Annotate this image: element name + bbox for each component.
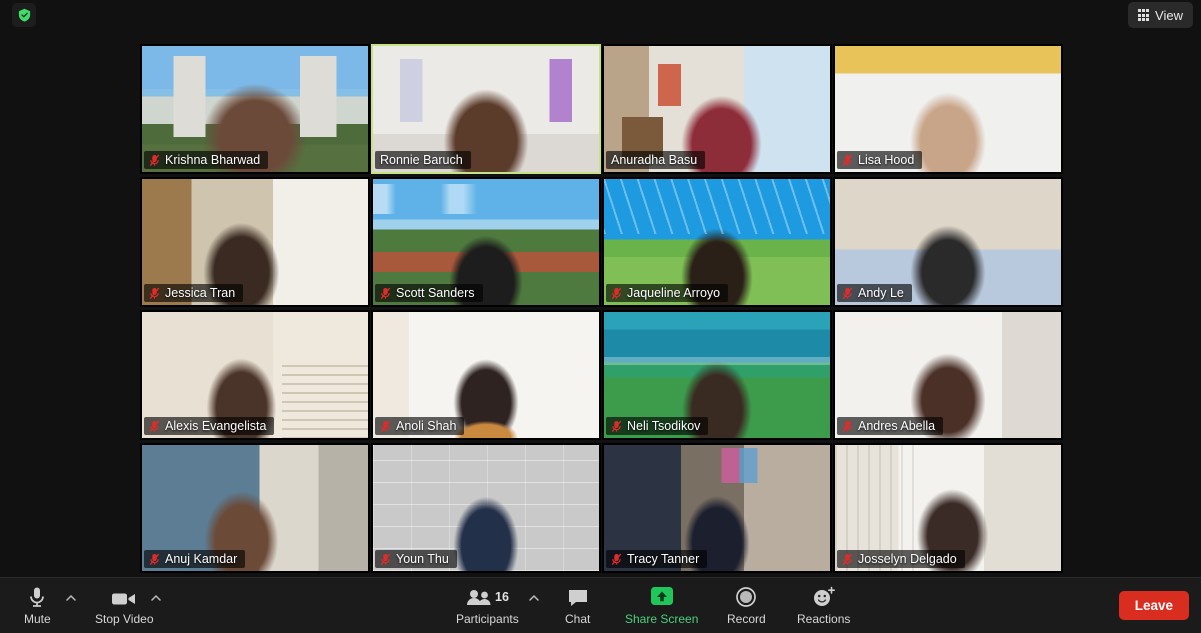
chat-button[interactable]: Chat	[565, 584, 590, 626]
participant-name-badge: Andy Le	[837, 284, 912, 302]
participant-name-badge: Tracy Tanner	[606, 550, 708, 568]
participant-tile[interactable]: Anoli Shah	[371, 310, 601, 440]
participant-tile[interactable]: Tracy Tanner	[602, 443, 832, 573]
stop-video-label: Stop Video	[95, 612, 154, 626]
share-screen-button[interactable]: Share Screen	[625, 584, 698, 626]
mute-label: Mute	[24, 612, 51, 626]
participant-tile[interactable]: Jessica Tran	[140, 177, 370, 307]
participant-name: Krishna Bharwad	[165, 153, 261, 167]
security-shield-icon[interactable]	[12, 3, 36, 27]
microphone-muted-icon	[842, 553, 853, 565]
participant-tile[interactable]: Neli Tsodikov	[602, 310, 832, 440]
participant-tile[interactable]: Lisa Hood	[833, 44, 1063, 174]
participant-name-badge: Alexis Evangelista	[144, 417, 275, 435]
participant-tile[interactable]: Andres Abella	[833, 310, 1063, 440]
participant-name: Anuj Kamdar	[165, 552, 238, 566]
reactions-button[interactable]: Reactions	[797, 584, 850, 626]
participant-name: Josselyn Delgado	[858, 552, 957, 566]
participant-name: Ronnie Baruch	[380, 153, 463, 167]
participants-button[interactable]: 16 Participants	[456, 584, 519, 626]
microphone-muted-icon	[380, 553, 391, 565]
microphone-muted-icon	[149, 287, 160, 299]
participant-name-badge: Jaqueline Arroyo	[606, 284, 729, 302]
participant-name-badge: Scott Sanders	[375, 284, 483, 302]
participant-name: Anuradha Basu	[611, 153, 698, 167]
participant-name: Jaqueline Arroyo	[627, 286, 721, 300]
participant-name: Tracy Tanner	[627, 552, 700, 566]
microphone-muted-icon	[149, 553, 160, 565]
participant-name-badge: Anoli Shah	[375, 417, 465, 435]
participant-name-badge: Anuj Kamdar	[144, 550, 246, 568]
participant-name-badge: Youn Thu	[375, 550, 457, 568]
participant-name: Andres Abella	[858, 419, 936, 433]
leave-button[interactable]: Leave	[1118, 591, 1189, 620]
microphone-muted-icon	[380, 420, 391, 432]
video-grid: Krishna Bharwad Ronnie Baruch Anuradha B…	[140, 44, 1065, 577]
smiley-plus-icon	[811, 584, 837, 608]
record-label: Record	[727, 612, 766, 626]
participants-options-chevron-up-icon[interactable]	[528, 592, 540, 604]
people-icon: 16	[465, 584, 509, 608]
participant-tile[interactable]: Ronnie Baruch	[371, 44, 601, 174]
participant-tile[interactable]: Anuj Kamdar	[140, 443, 370, 573]
chat-label: Chat	[565, 612, 591, 626]
stop-video-button[interactable]: Stop Video	[95, 584, 154, 626]
participant-tile[interactable]: Andy Le	[833, 177, 1063, 307]
participant-name: Jessica Tran	[165, 286, 236, 300]
participant-name-badge: Andres Abella	[837, 417, 944, 435]
shield-check-icon	[18, 8, 30, 22]
microphone-muted-icon	[149, 154, 160, 166]
participant-name-badge: Krishna Bharwad	[144, 151, 269, 169]
zoom-meeting-window: View Krishna Bharwad Ronnie Baruch Anura…	[0, 0, 1201, 633]
participant-tile[interactable]: Anuradha Basu	[602, 44, 832, 174]
participant-tile[interactable]: Alexis Evangelista	[140, 310, 370, 440]
participant-tile[interactable]: Krishna Bharwad	[140, 44, 370, 174]
participant-tile[interactable]: Scott Sanders	[371, 177, 601, 307]
participant-name-badge: Jessica Tran	[144, 284, 244, 302]
microphone-muted-icon	[149, 420, 160, 432]
chat-bubble-icon	[567, 584, 589, 608]
participant-name-badge: Lisa Hood	[837, 151, 923, 169]
share-screen-label: Share Screen	[625, 612, 699, 626]
record-button[interactable]: Record	[727, 584, 766, 626]
microphone-muted-icon	[611, 553, 622, 565]
participant-name: Neli Tsodikov	[627, 419, 701, 433]
mute-options-chevron-up-icon[interactable]	[65, 592, 77, 604]
share-up-arrow-icon	[647, 584, 677, 608]
mute-button[interactable]: Mute	[24, 584, 51, 626]
microphone-muted-icon	[842, 154, 853, 166]
grid-view-icon	[1137, 9, 1150, 21]
participant-name: Anoli Shah	[396, 419, 457, 433]
participants-label: Participants	[456, 612, 519, 626]
view-button-label: View	[1155, 7, 1183, 23]
participant-name: Andy Le	[858, 286, 904, 300]
participant-name: Youn Thu	[396, 552, 449, 566]
participant-tile[interactable]: Jaqueline Arroyo	[602, 177, 832, 307]
video-options-chevron-up-icon[interactable]	[150, 592, 162, 604]
participant-tile[interactable]: Youn Thu	[371, 443, 601, 573]
participant-name-badge: Ronnie Baruch	[375, 151, 471, 169]
video-camera-icon	[111, 584, 137, 608]
microphone-muted-icon	[380, 287, 391, 299]
participant-name: Alexis Evangelista	[165, 419, 267, 433]
participant-name-badge: Anuradha Basu	[606, 151, 706, 169]
participant-name: Lisa Hood	[858, 153, 915, 167]
microphone-muted-icon	[611, 420, 622, 432]
microphone-muted-icon	[842, 287, 853, 299]
microphone-icon	[27, 584, 47, 608]
participant-name-badge: Josselyn Delgado	[837, 550, 965, 568]
record-circle-icon	[735, 584, 757, 608]
svg-text:16: 16	[495, 590, 509, 604]
top-bar: View	[0, 0, 1201, 30]
meeting-toolbar: Mute Stop Video 16 Participants Chat Sha…	[0, 577, 1201, 633]
microphone-muted-icon	[842, 420, 853, 432]
participant-tile[interactable]: Josselyn Delgado	[833, 443, 1063, 573]
view-button[interactable]: View	[1127, 2, 1193, 28]
reactions-label: Reactions	[797, 612, 851, 626]
participant-name-badge: Neli Tsodikov	[606, 417, 709, 435]
participant-name: Scott Sanders	[396, 286, 475, 300]
microphone-muted-icon	[611, 287, 622, 299]
